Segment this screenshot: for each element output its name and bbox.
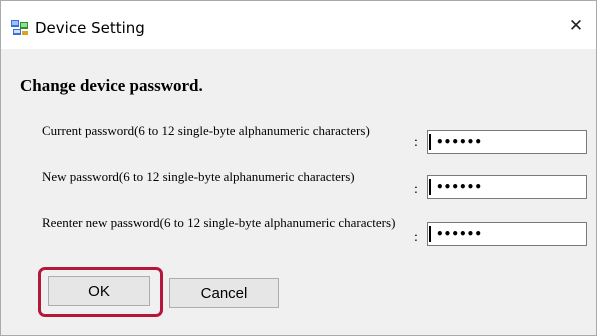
close-icon: ✕ xyxy=(568,16,584,36)
new-password-field[interactable]: •••••• xyxy=(427,175,587,199)
ok-button[interactable]: OK xyxy=(48,276,150,306)
device-setting-icon xyxy=(11,20,28,35)
cancel-button[interactable]: Cancel xyxy=(169,278,279,308)
device-setting-dialog: Device Setting ✕ Change device password.… xyxy=(0,0,597,336)
reenter-password-field[interactable]: •••••• xyxy=(427,222,587,246)
current-password-colon: : xyxy=(414,135,418,150)
title-bar: Device Setting ✕ xyxy=(1,1,596,49)
current-password-field[interactable]: •••••• xyxy=(427,130,587,154)
close-button[interactable]: ✕ xyxy=(561,13,591,39)
reenter-password-label: Reenter new password(6 to 12 single-byte… xyxy=(42,215,396,230)
current-password-label: Current password(6 to 12 single-byte alp… xyxy=(42,123,370,138)
new-password-colon: : xyxy=(414,182,418,197)
reenter-password-colon: : xyxy=(414,230,418,245)
page-title: Change device password. xyxy=(20,76,203,95)
new-password-label: New password(6 to 12 single-byte alphanu… xyxy=(42,169,355,184)
window-title: Device Setting xyxy=(35,19,145,37)
